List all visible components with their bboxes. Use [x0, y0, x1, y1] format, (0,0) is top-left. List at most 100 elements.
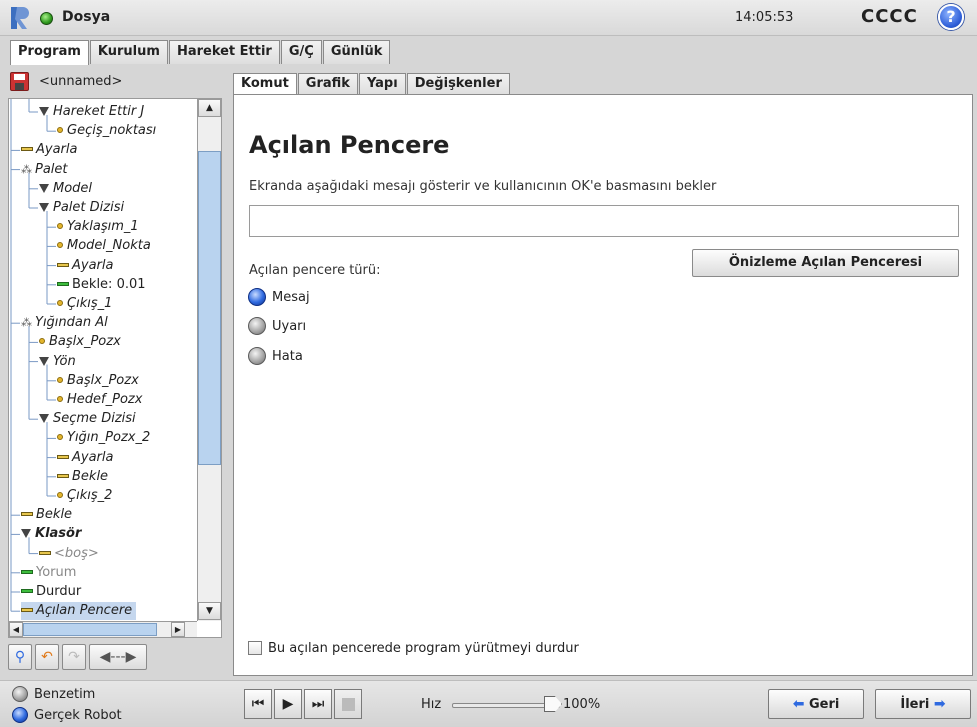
save-icon[interactable] — [10, 72, 29, 91]
scroll-right-icon[interactable]: ▶ — [171, 622, 185, 637]
speed-slider[interactable] — [452, 703, 560, 708]
mode-simulation[interactable]: Benzetim — [12, 684, 95, 704]
mode-real-robot[interactable]: Gerçek Robot — [12, 705, 122, 725]
tree-node[interactable]: Palet Dizisi — [39, 199, 124, 217]
stop-program-checkbox[interactable]: Bu açılan pencerede program yürütmeyi du… — [248, 639, 579, 657]
tab-move[interactable]: Hareket Ettir — [168, 40, 280, 64]
tree-node-label: Geçiş_noktası — [67, 123, 157, 139]
tree-node[interactable]: <boş> — [39, 545, 99, 563]
tree-node[interactable]: Yorum — [21, 564, 76, 582]
tree-node[interactable]: Hedef_Pozx — [57, 391, 142, 409]
message-input[interactable] — [249, 205, 959, 237]
ur-logo-icon — [11, 7, 29, 29]
tree-node[interactable]: Model — [39, 180, 92, 198]
tab-command[interactable]: Komut — [233, 73, 297, 96]
tab-log[interactable]: Günlük — [322, 40, 391, 64]
tree-node[interactable]: Yaklaşım_1 — [57, 218, 139, 236]
scroll-left-icon[interactable]: ◀ — [9, 622, 23, 637]
preview-popup-button[interactable]: Önizleme Açılan Penceresi — [692, 249, 959, 277]
tab-io[interactable]: G/Ç — [280, 40, 322, 64]
undo-icon[interactable]: ↶ — [35, 644, 59, 670]
tree-node[interactable]: Yön — [39, 353, 76, 371]
next-button[interactable]: İleri ➡ — [875, 689, 971, 719]
tree-node[interactable]: Başlx_Pozx — [57, 372, 139, 390]
tab-installation[interactable]: Kurulum — [89, 40, 168, 64]
tree-node[interactable]: Ayarla — [57, 257, 113, 275]
tree-node[interactable]: Hareket Ettir J — [39, 103, 144, 121]
search-icon[interactable]: ⚲ — [8, 644, 32, 670]
waypoint-icon — [57, 300, 63, 306]
tree-node[interactable]: Klasör — [21, 525, 81, 543]
tree-node-label: Yığın_Pozx_2 — [67, 430, 151, 446]
scroll-up-icon[interactable]: ▲ — [198, 99, 221, 117]
radio-error[interactable]: Hata — [248, 346, 303, 366]
tree-node-label: Ayarla — [72, 449, 114, 465]
waypoint-icon — [57, 223, 63, 230]
waypoint-icon — [57, 434, 63, 441]
tree-node[interactable]: ⁂ Palet — [21, 161, 68, 179]
sub-tabs: Komut Grafik Yapı Değişkenler — [233, 73, 511, 96]
move-node-icon[interactable]: ◀---▶ — [89, 644, 147, 670]
tab-graphics[interactable]: Grafik — [297, 73, 358, 95]
tab-structure[interactable]: Yapı — [358, 73, 406, 95]
program-tree[interactable]: Hareket Ettir J Geçiş_noktası Ayarla ⁂ Palet… — [8, 98, 222, 638]
tree-node[interactable]: Çıkış_1 — [57, 295, 112, 313]
redo-icon[interactable]: ↷ — [62, 644, 86, 670]
tab-program[interactable]: Program — [10, 40, 89, 65]
help-icon[interactable]: ? — [938, 4, 964, 30]
tree-node-label: Palet Dizisi — [53, 200, 125, 215]
tree-node-label: Model — [53, 180, 93, 196]
program-header: <unnamed> — [8, 70, 222, 94]
tree-horizontal-scrollbar[interactable]: ◀ ▶ — [9, 621, 197, 637]
tree-node[interactable]: Yığın_Pozx_2 — [57, 429, 150, 447]
tree-node[interactable]: Ayarla — [57, 449, 113, 467]
back-button[interactable]: ⬅ Geri — [768, 689, 864, 719]
tree-node[interactable]: Bekle — [21, 506, 72, 524]
scroll-thumb[interactable] — [198, 151, 221, 465]
radio-warning[interactable]: Uyarı — [248, 316, 306, 336]
tree-node[interactable]: Açılan Pencere — [21, 602, 137, 621]
tree-vertical-scrollbar[interactable]: ▲ ▼ — [197, 99, 221, 621]
step-icon[interactable]: ⏭ — [304, 689, 332, 719]
waypoint-icon — [57, 396, 63, 402]
radio-selected-icon — [12, 707, 28, 723]
tree-node-label: Klasör — [35, 526, 82, 542]
popup-type-label: Açılan pencere türü: — [249, 263, 381, 278]
waypoint-icon — [57, 376, 63, 383]
tree-node[interactable]: Ayarla — [21, 141, 77, 159]
tree-node[interactable]: Seçme Dizisi — [39, 410, 136, 428]
tree-node[interactable]: ⁂ Yığından Al — [21, 314, 108, 332]
tree-node-label: Model_Nokta — [67, 238, 151, 254]
tree-node[interactable]: Geçiş_noktası — [57, 122, 156, 140]
play-icon[interactable]: ▶ — [274, 689, 302, 719]
speed-slider-handle[interactable] — [544, 696, 562, 712]
tree-node[interactable]: Model_Nokta — [57, 237, 151, 255]
tab-variables[interactable]: Değişkenler — [406, 73, 510, 95]
tree-node[interactable]: Bekle — [57, 468, 108, 486]
tree-node[interactable]: Başlx_Pozx — [39, 333, 121, 351]
tree-node-label: Ayarla — [36, 142, 78, 158]
arrow-left-icon: ⬅ — [792, 696, 805, 712]
command-icon — [21, 569, 33, 574]
tree-node[interactable]: Bekle: 0.01 — [57, 276, 146, 294]
tree-node-label: Ayarla — [72, 257, 114, 273]
tree-node-label: Bekle — [36, 507, 73, 523]
skip-back-icon[interactable]: ⏮ — [244, 689, 272, 719]
tree-node-label: Başlx_Pozx — [49, 334, 121, 350]
file-menu[interactable]: Dosya — [62, 9, 110, 25]
scroll-down-icon[interactable]: ▼ — [198, 602, 221, 620]
speed-value: 100% — [563, 697, 601, 712]
bottom-bar: Benzetim Gerçek Robot ⏮ ▶ ⏭ Hız 100% ⬅ G… — [0, 680, 977, 727]
radio-label: Uyarı — [272, 318, 307, 334]
checkbox-icon — [248, 641, 262, 655]
command-icon — [21, 512, 33, 517]
radio-message[interactable]: Mesaj — [248, 287, 310, 307]
tree-node-label: Durdur — [36, 584, 82, 599]
hscroll-thumb[interactable] — [23, 623, 157, 636]
stop-icon[interactable] — [334, 689, 362, 719]
tree-node[interactable]: Durdur — [21, 583, 81, 601]
radio-unselected-icon — [12, 686, 28, 702]
program-panel: <unnamed> Hareket Ettir J Geçiş_noktası Ay… — [8, 64, 222, 678]
next-label: İleri — [900, 697, 930, 712]
tree-node[interactable]: Çıkış_2 — [57, 487, 112, 505]
